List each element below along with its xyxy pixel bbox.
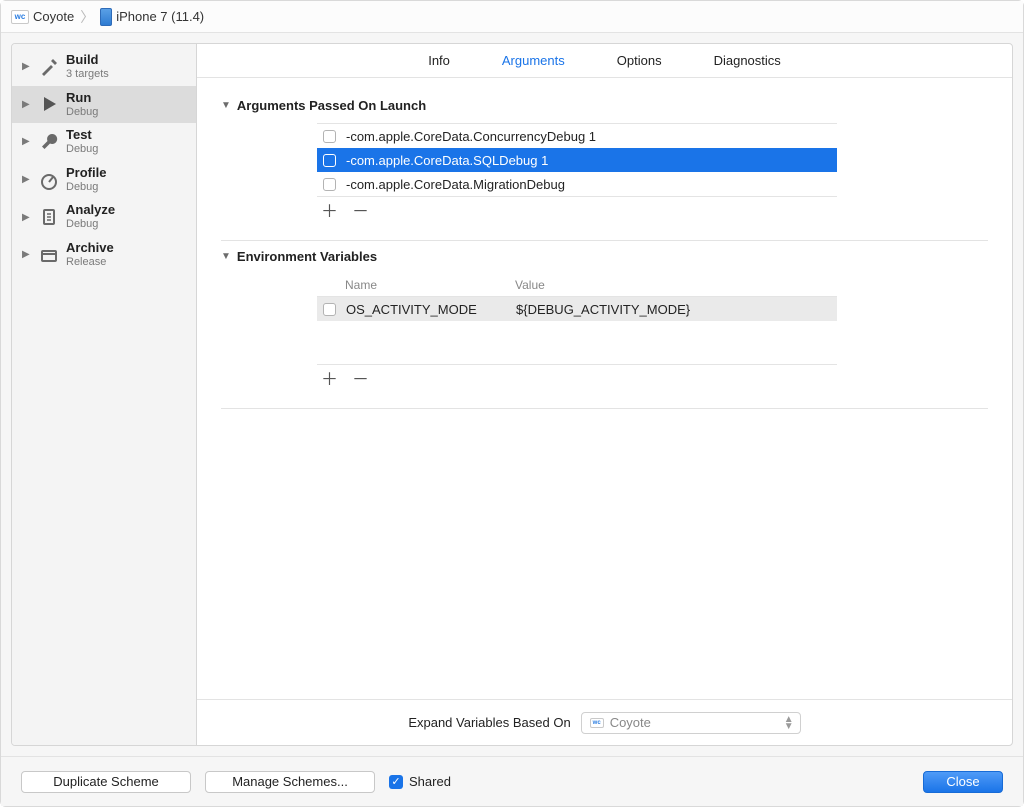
- sidebar-item-label: Archive: [66, 241, 114, 256]
- env-row[interactable]: OS_ACTIVITY_MODE ${DEBUG_ACTIVITY_MODE}: [317, 297, 837, 321]
- analyze-icon: [38, 206, 60, 228]
- divider: [221, 240, 988, 241]
- section-title: Arguments Passed On Launch: [237, 98, 426, 113]
- disclosure-down-icon: ▼: [221, 100, 231, 111]
- argument-row[interactable]: -com.apple.CoreData.SQLDebug 1: [317, 148, 837, 172]
- sidebar-item-sub: Debug: [66, 218, 115, 231]
- arguments-add-remove: ＋ －: [317, 197, 988, 220]
- sidebar-item-sub: 3 targets: [66, 68, 109, 81]
- breadcrumb-project[interactable]: Coyote: [33, 9, 74, 24]
- button-label: Close: [946, 774, 979, 789]
- disclosure-icon: ▶: [22, 249, 32, 260]
- shared-label: Shared: [409, 774, 451, 789]
- archive-icon: [38, 244, 60, 266]
- argument-text: -com.apple.CoreData.ConcurrencyDebug 1: [346, 129, 596, 144]
- scheme-tabs: Info Arguments Options Diagnostics: [197, 44, 1012, 78]
- add-argument-button[interactable]: ＋: [321, 203, 338, 220]
- project-mini-icon: wc: [590, 718, 604, 728]
- shared-checkbox[interactable]: ✓: [389, 775, 403, 789]
- button-label: Duplicate Scheme: [53, 774, 159, 789]
- sidebar-item-build[interactable]: ▶ Build 3 targets: [12, 48, 196, 86]
- sidebar-item-profile[interactable]: ▶ Profile Debug: [12, 161, 196, 199]
- disclosure-icon: ▶: [22, 212, 32, 223]
- sidebar-item-label: Build: [66, 53, 109, 68]
- sidebar-item-sub: Debug: [66, 181, 106, 194]
- env-col-value: Value: [515, 278, 545, 292]
- env-col-name: Name: [345, 278, 505, 292]
- env-checkbox[interactable]: [323, 303, 336, 316]
- env-empty-space: [317, 321, 837, 365]
- env-add-remove: ＋ －: [317, 365, 988, 388]
- argument-checkbox[interactable]: [323, 130, 336, 143]
- disclosure-icon: ▶: [22, 99, 32, 110]
- tab-info[interactable]: Info: [428, 53, 450, 68]
- disclosure-icon: ▶: [22, 174, 32, 185]
- device-icon: [100, 8, 112, 26]
- sidebar-item-archive[interactable]: ▶ Archive Release: [12, 236, 196, 274]
- sidebar-item-label: Run: [66, 91, 98, 106]
- env-value: ${DEBUG_ACTIVITY_MODE}: [516, 302, 690, 317]
- env-name: OS_ACTIVITY_MODE: [346, 302, 506, 317]
- shared-checkbox-group[interactable]: ✓ Shared: [389, 774, 451, 789]
- sidebar-item-sub: Debug: [66, 106, 98, 119]
- argument-checkbox[interactable]: [323, 154, 336, 167]
- argument-row[interactable]: -com.apple.CoreData.MigrationDebug: [317, 172, 837, 196]
- disclosure-down-icon: ▼: [221, 251, 231, 262]
- envvars-list: Name Value OS_ACTIVITY_MODE ${DEBUG_ACTI…: [317, 274, 837, 365]
- sidebar-item-label: Analyze: [66, 203, 115, 218]
- expand-target-popup[interactable]: wc Coyote ▲▼: [581, 712, 801, 734]
- disclosure-icon: ▶: [22, 61, 32, 72]
- arguments-list: -com.apple.CoreData.ConcurrencyDebug 1 -…: [317, 123, 837, 197]
- duplicate-scheme-button[interactable]: Duplicate Scheme: [21, 771, 191, 793]
- scheme-editor-window: wc Coyote 〉 iPhone 7 (11.4) ▶ Build 3 ta…: [0, 0, 1024, 807]
- expand-label: Expand Variables Based On: [408, 715, 570, 730]
- scheme-sidebar: ▶ Build 3 targets ▶ Run Debug: [12, 44, 197, 745]
- sidebar-item-label: Profile: [66, 166, 106, 181]
- sidebar-item-label: Test: [66, 128, 98, 143]
- content-scroll: ▼ Arguments Passed On Launch -com.apple.…: [197, 78, 1012, 699]
- env-columns: Name Value: [317, 274, 837, 297]
- argument-checkbox[interactable]: [323, 178, 336, 191]
- project-icon: wc: [11, 10, 29, 24]
- tab-options[interactable]: Options: [617, 53, 662, 68]
- arguments-section-header[interactable]: ▼ Arguments Passed On Launch: [221, 98, 988, 113]
- expand-variables-bar: Expand Variables Based On wc Coyote ▲▼: [197, 699, 1012, 745]
- expand-target-value: Coyote: [610, 715, 651, 730]
- wrench-icon: [38, 131, 60, 153]
- tab-arguments[interactable]: Arguments: [502, 53, 565, 68]
- play-icon: [38, 93, 60, 115]
- remove-env-button[interactable]: －: [352, 371, 369, 388]
- close-button[interactable]: Close: [923, 771, 1003, 793]
- sidebar-item-analyze[interactable]: ▶ Analyze Debug: [12, 198, 196, 236]
- content-pane: Info Arguments Options Diagnostics ▼ Arg…: [197, 44, 1012, 745]
- popup-updown-icon: ▲▼: [784, 716, 794, 730]
- chevron-right-icon: 〉: [78, 7, 96, 27]
- add-env-button[interactable]: ＋: [321, 371, 338, 388]
- section-title: Environment Variables: [237, 249, 377, 264]
- breadcrumb: wc Coyote 〉 iPhone 7 (11.4): [1, 1, 1023, 33]
- manage-schemes-button[interactable]: Manage Schemes...: [205, 771, 375, 793]
- sidebar-item-run[interactable]: ▶ Run Debug: [12, 86, 196, 124]
- sidebar-item-test[interactable]: ▶ Test Debug: [12, 123, 196, 161]
- divider: [221, 408, 988, 409]
- remove-argument-button[interactable]: －: [352, 203, 369, 220]
- button-label: Manage Schemes...: [232, 774, 348, 789]
- breadcrumb-device[interactable]: iPhone 7 (11.4): [116, 9, 204, 24]
- argument-text: -com.apple.CoreData.SQLDebug 1: [346, 153, 548, 168]
- hammer-icon: [38, 56, 60, 78]
- tab-diagnostics[interactable]: Diagnostics: [714, 53, 781, 68]
- gauge-icon: [38, 169, 60, 191]
- envvars-section-header[interactable]: ▼ Environment Variables: [221, 249, 988, 264]
- sidebar-item-sub: Release: [66, 256, 114, 269]
- content-split: ▶ Build 3 targets ▶ Run Debug: [11, 43, 1013, 746]
- sidebar-item-sub: Debug: [66, 143, 98, 156]
- disclosure-icon: ▶: [22, 136, 32, 147]
- argument-row[interactable]: -com.apple.CoreData.ConcurrencyDebug 1: [317, 124, 837, 148]
- bottom-bar: Duplicate Scheme Manage Schemes... ✓ Sha…: [1, 756, 1023, 806]
- argument-text: -com.apple.CoreData.MigrationDebug: [346, 177, 565, 192]
